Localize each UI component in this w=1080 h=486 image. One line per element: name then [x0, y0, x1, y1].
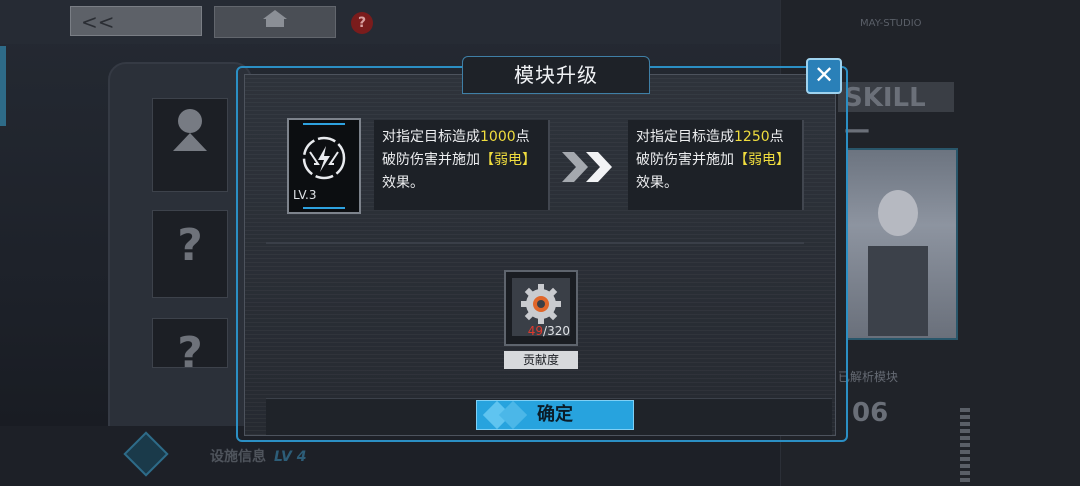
close-button[interactable]: ✕: [806, 58, 842, 94]
analysis-count: 06: [852, 398, 889, 428]
lightning-emblem-icon: [302, 136, 346, 180]
material-item[interactable]: 49/320: [504, 270, 578, 346]
equipment-info: 设施信息 LV 4: [210, 449, 307, 465]
double-arrow-icon: [562, 152, 612, 182]
material-count: 49/320: [527, 324, 570, 338]
skill-header: SKILL —: [838, 82, 954, 145]
current-status-tag: 【弱电】: [480, 152, 536, 168]
confirm-button[interactable]: 确定: [476, 400, 634, 430]
back-button[interactable]: <<: [70, 6, 202, 36]
confirm-label: 确定: [537, 404, 573, 425]
current-effect-text: 对指定目标造成1000点 破防伤害并施加【弱电】 效果。: [374, 120, 550, 210]
module-slot-1[interactable]: [152, 98, 228, 192]
left-accent: [0, 46, 6, 126]
studio-label: MAY-STUDIO: [860, 18, 922, 29]
scroll-indicator: [960, 408, 970, 484]
character-portrait: [846, 148, 958, 340]
section-divider: [266, 242, 804, 244]
module-slot-3[interactable]: ?: [152, 318, 228, 368]
home-icon: [263, 10, 287, 27]
gear-icon: [521, 284, 561, 324]
material-label: 贡献度: [504, 351, 578, 369]
current-damage-value: 1000: [480, 129, 516, 145]
upgraded-effect-text: 对指定目标造成1250点 破防伤害并施加【弱电】 效果。: [628, 120, 804, 210]
module-level: LV.3: [293, 188, 317, 202]
help-button[interactable]: ?: [351, 12, 373, 34]
module-slot-2[interactable]: ?: [152, 210, 228, 298]
upgraded-damage-value: 1250: [734, 129, 770, 145]
module-icon-card[interactable]: LV.3: [287, 118, 361, 214]
upgraded-status-tag: 【弱电】: [734, 152, 790, 168]
officer-icon: [173, 109, 207, 151]
dialog-title: 模块升级: [462, 56, 650, 94]
home-button[interactable]: [214, 6, 336, 38]
